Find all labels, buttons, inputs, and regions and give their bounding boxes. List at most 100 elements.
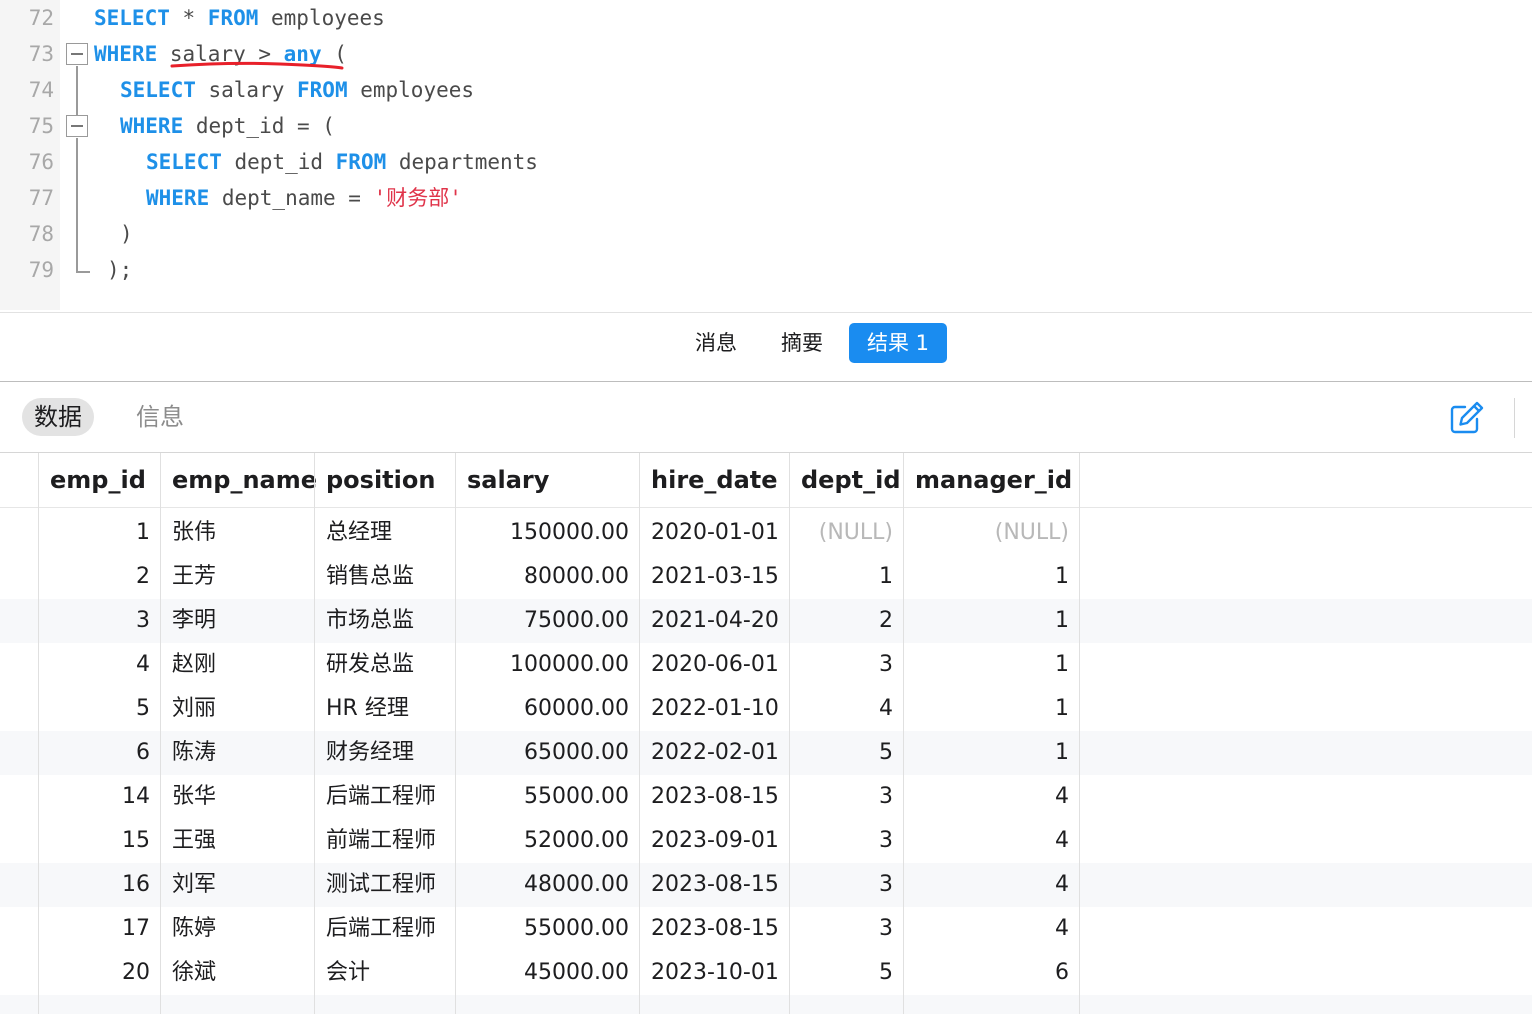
table-row[interactable]: 15 王强 前端工程师 52000.00 2023-09-01 3 4 [0,819,1532,863]
col-dept-id-header[interactable]: dept_id [789,453,903,507]
emp-name-cell[interactable]: 王芳 [160,555,314,599]
manager-id-cell[interactable]: 1 [903,643,1079,687]
hire-date-cell[interactable]: 2023-08-15 [639,775,789,819]
salary-cell[interactable]: 60000.00 [455,687,639,731]
table-row[interactable]: 16 刘军 测试工程师 48000.00 2023-08-15 3 4 [0,863,1532,907]
manager-id-cell[interactable]: 1 [903,687,1079,731]
tab-result-1[interactable]: 结果 1 [849,323,947,363]
position-cell[interactable]: 后端工程师 [314,907,455,951]
emp-id-cell[interactable]: 3 [38,599,160,643]
salary-cell[interactable]: 45000.00 [455,951,639,995]
col-salary-header[interactable]: salary [455,453,639,507]
hire-date-cell[interactable]: 2021-03-15 [639,555,789,599]
emp-name-cell[interactable]: 陈婷 [160,907,314,951]
table-row[interactable]: 5 刘丽 HR 经理 60000.00 2022-01-10 4 1 [0,687,1532,731]
position-cell[interactable]: 后端工程师 [314,775,455,819]
emp-name-cell[interactable]: 李明 [160,599,314,643]
result-grid[interactable]: 1 张伟 总经理 150000.00 2020-01-01 (NULL) (NULL) 2 王芳… [0,453,1532,1014]
hire-date-cell[interactable]: 2022-02-01 [639,731,789,775]
dept-id-cell[interactable]: (NULL) [789,511,903,555]
hire-date-cell[interactable]: 2023-08-15 [639,907,789,951]
table-row[interactable]: 2 王芳 销售总监 80000.00 2021-03-15 1 1 [0,555,1532,599]
position-cell[interactable]: 财务经理 [314,731,455,775]
dept-id-cell[interactable]: 3 [789,863,903,907]
salary-cell[interactable]: 80000.00 [455,555,639,599]
tab-messages[interactable]: 消息 [684,323,748,363]
dept-id-cell[interactable]: 5 [789,951,903,995]
hire-date-cell[interactable]: 2020-06-01 [639,643,789,687]
dept-id-cell[interactable]: 4 [789,687,903,731]
emp-name-cell[interactable]: 王强 [160,819,314,863]
salary-cell[interactable]: 75000.00 [455,599,639,643]
col-position-header[interactable]: position [314,453,455,507]
emp-id-cell[interactable]: 14 [38,775,160,819]
emp-id-cell[interactable]: 5 [38,687,160,731]
hire-date-cell[interactable] [639,995,789,1014]
dept-id-cell[interactable]: 3 [789,907,903,951]
position-cell[interactable]: 市场总监 [314,599,455,643]
emp-id-cell[interactable]: 17 [38,907,160,951]
dept-id-cell[interactable]: 1 [789,555,903,599]
edit-button[interactable] [1448,400,1486,436]
table-row[interactable]: 1 张伟 总经理 150000.00 2020-01-01 (NULL) (NULL) [0,511,1532,555]
emp-name-cell[interactable]: 张华 [160,775,314,819]
emp-id-cell[interactable]: 2 [38,555,160,599]
tab-data[interactable]: 数据 [22,398,94,436]
hire-date-cell[interactable]: 2021-04-20 [639,599,789,643]
col-manager-id-header[interactable]: manager_id [903,453,1079,507]
position-cell[interactable]: 会计 [314,951,455,995]
table-row[interactable]: 3 李明 市场总监 75000.00 2021-04-20 2 1 [0,599,1532,643]
emp-name-cell[interactable]: 刘丽 [160,687,314,731]
salary-cell[interactable]: 150000.00 [455,511,639,555]
dept-id-cell[interactable]: 3 [789,819,903,863]
manager-id-cell[interactable]: 1 [903,555,1079,599]
hire-date-cell[interactable]: 2020-01-01 [639,511,789,555]
manager-id-cell[interactable]: 1 [903,599,1079,643]
dept-id-cell[interactable]: 2 [789,599,903,643]
position-cell[interactable]: HR 经理 [314,687,455,731]
salary-cell[interactable]: 55000.00 [455,775,639,819]
emp-id-cell[interactable]: 4 [38,643,160,687]
col-emp-id-header[interactable]: emp_id [38,453,160,507]
dept-id-cell[interactable] [789,995,903,1014]
emp-id-cell[interactable]: 16 [38,863,160,907]
emp-name-cell[interactable]: 刘军 [160,863,314,907]
tab-info[interactable]: 信息 [124,398,196,436]
emp-name-cell[interactable] [160,995,314,1014]
salary-cell[interactable]: 52000.00 [455,819,639,863]
salary-cell[interactable]: 55000.00 [455,907,639,951]
manager-id-cell[interactable]: 4 [903,907,1079,951]
dept-id-cell[interactable]: 3 [789,775,903,819]
tab-summary[interactable]: 摘要 [770,323,834,363]
salary-cell[interactable]: 65000.00 [455,731,639,775]
dept-id-cell[interactable]: 3 [789,643,903,687]
salary-cell[interactable] [455,995,639,1014]
position-cell[interactable]: 测试工程师 [314,863,455,907]
emp-name-cell[interactable]: 徐斌 [160,951,314,995]
emp-name-cell[interactable]: 陈涛 [160,731,314,775]
position-cell[interactable]: 前端工程师 [314,819,455,863]
position-cell[interactable]: 研发总监 [314,643,455,687]
col-emp-name-header[interactable]: emp_name [160,453,317,507]
table-row[interactable]: 14 张华 后端工程师 55000.00 2023-08-15 3 4 [0,775,1532,819]
emp-id-cell[interactable]: 6 [38,731,160,775]
manager-id-cell[interactable]: 6 [903,951,1079,995]
manager-id-cell[interactable]: (NULL) [903,511,1079,555]
hire-date-cell[interactable]: 2023-10-01 [639,951,789,995]
hire-date-cell[interactable]: 2023-09-01 [639,819,789,863]
dept-id-cell[interactable]: 5 [789,731,903,775]
emp-name-cell[interactable]: 赵刚 [160,643,314,687]
manager-id-cell[interactable]: 4 [903,819,1079,863]
table-row[interactable]: 6 陈涛 财务经理 65000.00 2022-02-01 5 1 [0,731,1532,775]
emp-name-cell[interactable]: 张伟 [160,511,314,555]
manager-id-cell[interactable]: 4 [903,775,1079,819]
position-cell[interactable] [314,995,455,1014]
position-cell[interactable]: 总经理 [314,511,455,555]
table-row[interactable] [0,995,1532,1014]
salary-cell[interactable]: 100000.00 [455,643,639,687]
manager-id-cell[interactable]: 1 [903,731,1079,775]
emp-id-cell[interactable]: 20 [38,951,160,995]
col-hire-date-header[interactable]: hire_date [639,453,789,507]
manager-id-cell[interactable] [903,995,1079,1014]
emp-id-cell[interactable]: 15 [38,819,160,863]
